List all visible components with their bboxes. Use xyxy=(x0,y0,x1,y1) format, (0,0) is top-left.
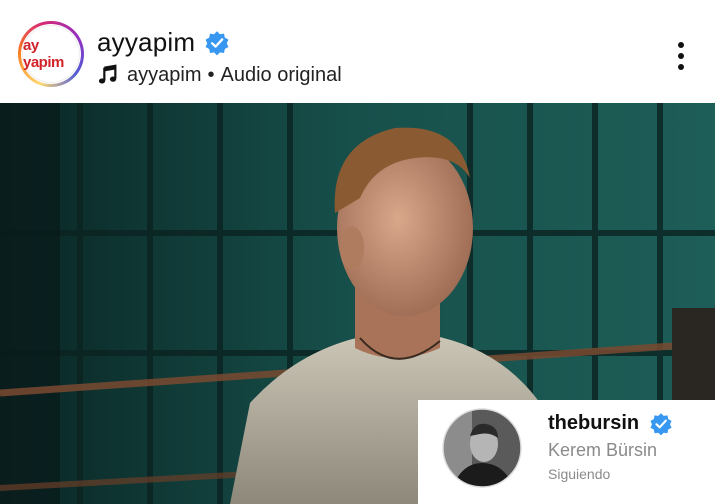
post-header: ay yapim ayyapim ayyapim • Audio origina… xyxy=(0,0,715,103)
profile-card-full-name: Kerem Bürsin xyxy=(548,440,658,460)
profile-avatar[interactable]: ay yapim xyxy=(21,24,81,84)
audio-row[interactable]: ayyapim • Audio original xyxy=(97,62,342,88)
profile-card[interactable]: thebursin Kerem Bürsin Siguiendo xyxy=(418,400,715,504)
follow-status[interactable]: Siguiendo xyxy=(548,466,610,482)
audio-owner[interactable]: ayyapim xyxy=(127,64,201,87)
username[interactable]: ayyapim xyxy=(97,27,195,58)
audio-separator: • xyxy=(207,63,215,86)
profile-card-avatar[interactable] xyxy=(442,408,522,488)
profile-avatar-story-ring[interactable]: ay yapim xyxy=(18,21,84,87)
audio-label[interactable]: Audio original xyxy=(221,64,342,87)
profile-card-handle[interactable]: thebursin xyxy=(548,412,639,435)
avatar-logo: ay yapim xyxy=(22,25,80,83)
music-note-icon xyxy=(98,64,117,84)
verified-icon xyxy=(205,31,229,56)
verified-icon xyxy=(650,413,672,436)
more-options-icon[interactable] xyxy=(666,38,696,74)
